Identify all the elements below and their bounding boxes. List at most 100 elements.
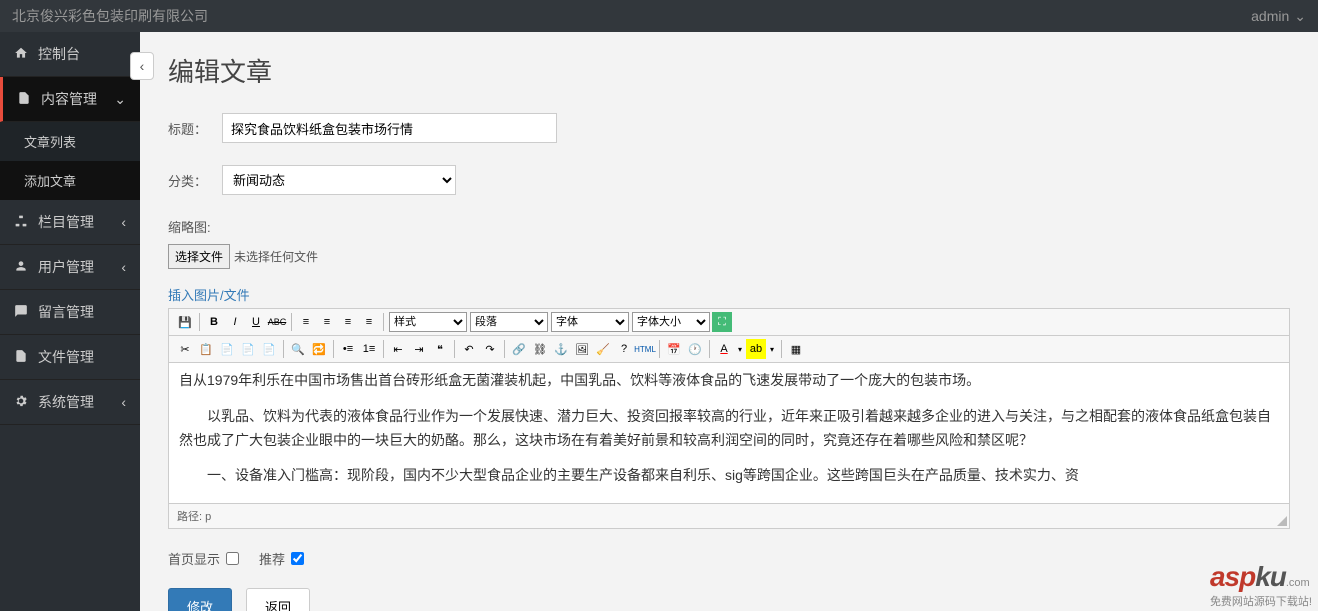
align-left-icon[interactable]: ≡ [296,312,316,332]
company-name: 北京俊兴彩色包装印刷有限公司 [12,6,208,26]
chevron-down-icon: ⌄ [1294,8,1306,25]
bg-color-icon[interactable]: ab [746,339,766,359]
options-row: 首页显示 推荐 [168,549,1290,568]
align-justify-icon[interactable]: ≡ [359,312,379,332]
bg-color-dropdown-icon[interactable]: ▾ [767,339,777,359]
clean-icon[interactable]: 🧹 [593,339,613,359]
style-select[interactable]: 样式 [389,312,467,332]
main-content: 编辑文章 标题： 分类： 新闻动态 缩略图: 选择文件 未选择任何文件 插入图片… [140,32,1318,611]
sidebar-item-dashboard[interactable]: 控制台 [0,32,140,77]
bold-icon[interactable]: B [204,312,224,332]
link-icon[interactable]: 🔗 [509,339,529,359]
image-icon[interactable]: 🖼 [572,339,592,359]
editor-paragraph: 自从1979年利乐在中国市场售出首台砖形纸盒无菌灌装机起，中国乳品、饮料等液体食… [179,369,1279,393]
topbar: 北京俊兴彩色包装印刷有限公司 admin ⌄ [0,0,1318,32]
document-icon [14,349,28,366]
anchor-icon[interactable]: ⚓ [551,339,571,359]
category-select[interactable]: 新闻动态 [222,165,456,195]
unlink-icon[interactable]: ⛓ [530,339,550,359]
date-icon[interactable]: 📅 [664,339,684,359]
action-buttons: 修改 返回 [168,588,1290,611]
thumbnail-label: 缩略图: [168,217,1290,236]
redo-icon[interactable]: ↷ [480,339,500,359]
sidebar-item-system[interactable]: 系统管理 ‹ [0,380,140,425]
choose-file-button[interactable]: 选择文件 [168,244,230,269]
sidebar-label: 栏目管理 [38,212,94,232]
sidebar-item-column[interactable]: 栏目管理 ‹ [0,200,140,245]
home-show-checkbox[interactable] [226,552,239,565]
cut-icon[interactable]: ✂ [175,339,195,359]
resize-handle[interactable] [1277,516,1287,526]
italic-icon[interactable]: I [225,312,245,332]
file-status: 未选择任何文件 [234,248,318,265]
font-family-select[interactable]: 字体 [551,312,629,332]
copy-icon[interactable]: 📋 [196,339,216,359]
sidebar-label: 控制台 [38,44,80,64]
title-row: 标题： [168,113,1290,143]
chevron-left-icon: ‹ [121,259,126,275]
outdent-icon[interactable]: ⇤ [388,339,408,359]
editor-paragraph: 一、设备准入门槛高：现阶段，国内不少大型食品企业的主要生产设备都来自利乐、sig… [179,464,1279,488]
file-upload-row: 选择文件 未选择任何文件 [168,244,1290,269]
align-center-icon[interactable]: ≡ [317,312,337,332]
paste-word-icon[interactable]: 📄 [259,339,279,359]
watermark: aspku.com 免费网站源码下载站! [1210,561,1312,609]
chevron-left-icon: ‹ [121,394,126,410]
title-input[interactable] [222,113,557,143]
sidebar-item-files[interactable]: 文件管理 [0,335,140,380]
paste-text-icon[interactable]: 📄 [238,339,258,359]
text-color-icon[interactable]: A [714,339,734,359]
editor-paragraph: 以乳品、饮料为代表的液体食品行业作为一个发展快速、潜力巨大、投资回报率较高的行业… [179,405,1279,453]
strikethrough-icon[interactable]: ABC [267,312,287,332]
find-icon[interactable]: 🔍 [288,339,308,359]
paste-icon[interactable]: 📄 [217,339,237,359]
title-label: 标题： [168,119,222,138]
page-title: 编辑文章 [168,52,1290,89]
editor-content[interactable]: 自从1979年利乐在中国市场售出首台砖形纸盒无菌灌装机起，中国乳品、饮料等液体食… [169,363,1289,503]
sidebar-item-content[interactable]: 内容管理 ⌄ [0,77,140,122]
sidebar-label: 内容管理 [41,89,97,109]
editor-toolbar-2: ✂ 📋 📄 📄 📄 🔍 🔁 •≡ 1≡ ⇤ ⇥ ❝ ↶ ↷ 🔗 [169,336,1289,363]
file-icon [17,91,31,108]
chevron-down-icon: ⌄ [114,91,126,108]
recommend-checkbox[interactable] [291,552,304,565]
bullet-list-icon[interactable]: •≡ [338,339,358,359]
undo-icon[interactable]: ↶ [459,339,479,359]
align-right-icon[interactable]: ≡ [338,312,358,332]
indent-icon[interactable]: ⇥ [409,339,429,359]
submenu-add-article[interactable]: 添加文章 [0,161,140,200]
back-button[interactable]: 返回 [246,588,310,611]
category-label: 分类： [168,171,222,190]
sidebar-toggle[interactable]: ‹ [130,52,154,80]
table-icon[interactable]: ▦ [786,339,806,359]
number-list-icon[interactable]: 1≡ [359,339,379,359]
time-icon[interactable]: 🕐 [685,339,705,359]
html-icon[interactable]: HTML [635,339,655,359]
paragraph-select[interactable]: 段落 [470,312,548,332]
recommend-label: 推荐 [259,549,285,568]
insert-media-link[interactable]: 插入图片/文件 [168,285,250,304]
editor-toolbar-1: 💾 B I U ABC ≡ ≡ ≡ ≡ 样式 段落 字体 字体大小 ⛶ [169,309,1289,336]
replace-icon[interactable]: 🔁 [309,339,329,359]
sitemap-icon [14,214,28,231]
sidebar-label: 用户管理 [38,257,94,277]
save-icon[interactable]: 💾 [175,312,195,332]
font-size-select[interactable]: 字体大小 [632,312,710,332]
chevron-left-icon: ‹ [121,214,126,230]
fullscreen-icon[interactable]: ⛶ [712,312,732,332]
sidebar-label: 留言管理 [38,302,94,322]
submenu-article-list[interactable]: 文章列表 [0,122,140,161]
text-color-dropdown-icon[interactable]: ▾ [735,339,745,359]
home-icon [14,46,28,63]
sidebar-item-users[interactable]: 用户管理 ‹ [0,245,140,290]
sidebar-item-messages[interactable]: 留言管理 [0,290,140,335]
submenu-content: 文章列表 添加文章 [0,122,140,200]
sidebar-label: 文件管理 [38,347,94,367]
category-row: 分类： 新闻动态 [168,165,1290,195]
help-icon[interactable]: ? [614,339,634,359]
user-menu[interactable]: admin ⌄ [1251,8,1306,25]
blockquote-icon[interactable]: ❝ [430,339,450,359]
submit-button[interactable]: 修改 [168,588,232,611]
underline-icon[interactable]: U [246,312,266,332]
user-name: admin [1251,8,1289,24]
